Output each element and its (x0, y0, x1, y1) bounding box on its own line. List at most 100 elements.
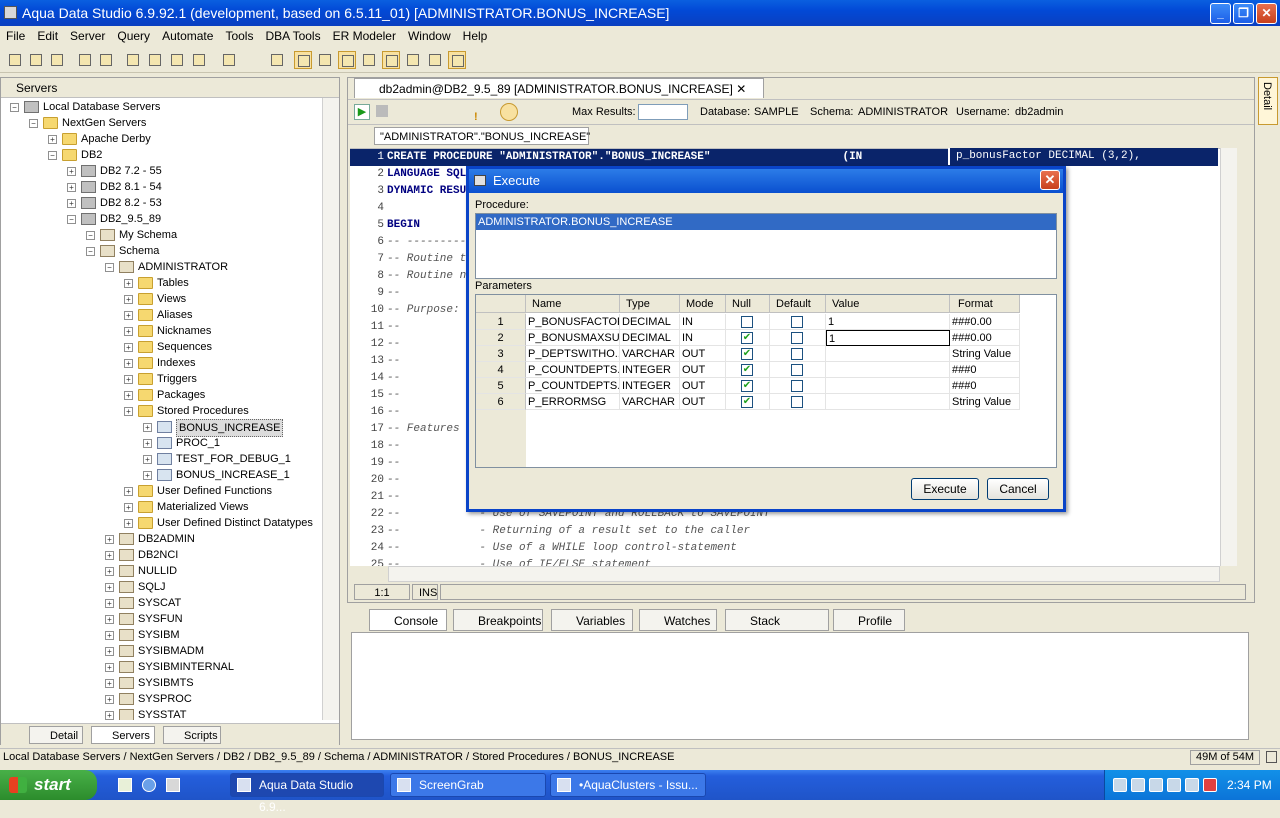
tree-node[interactable]: + SYSPROC (1, 691, 319, 707)
tree-node[interactable]: + DB2 8.2 - 53 (1, 195, 319, 211)
tab-servers[interactable]: Servers (91, 726, 155, 744)
tray-icon-3[interactable] (1149, 778, 1163, 792)
code-vertical-scrollbar[interactable] (1220, 148, 1237, 566)
tree-expander-icon[interactable]: + (105, 551, 114, 560)
tree-expander-icon[interactable]: + (48, 135, 57, 144)
tree-node[interactable]: + SQLJ (1, 579, 319, 595)
tree-node[interactable]: + DB2NCI (1, 547, 319, 563)
tree-node[interactable]: + PROC_1 (1, 435, 319, 451)
trash-icon[interactable] (1266, 751, 1277, 763)
cancel-button[interactable]: Cancel (987, 478, 1049, 500)
tree-node[interactable]: + Nicknames (1, 323, 319, 339)
taskbar-screengrab[interactable]: ScreenGrab (390, 773, 546, 797)
stop-icon[interactable] (376, 105, 388, 117)
procedure-list[interactable]: ADMINISTRATOR.BONUS_INCREASE (475, 213, 1057, 279)
code-horizontal-scrollbar[interactable] (388, 566, 1220, 582)
layout-5-icon[interactable] (382, 51, 400, 69)
parameter-row[interactable]: 6 P_ERRORMSG VARCHAR OUT ✔ String Value (476, 394, 1020, 410)
null-checkbox[interactable]: ✔ (741, 396, 753, 408)
column-header-type[interactable]: Type (620, 295, 680, 313)
close-tab-icon[interactable]: ✕ (736, 82, 746, 96)
tree-expander-icon[interactable]: + (67, 183, 76, 192)
run-icon[interactable]: ▶ (354, 104, 370, 120)
tree-expander-icon[interactable]: + (124, 343, 133, 352)
tree-node[interactable]: + SYSIBMADM (1, 643, 319, 659)
tree-node[interactable]: − Schema (1, 243, 319, 259)
side-detail-tab[interactable]: Detail (1258, 77, 1278, 125)
tree-expander-icon[interactable]: + (105, 583, 114, 592)
column-header-null[interactable]: Null (726, 295, 770, 313)
tree-node[interactable]: + TEST_FOR_DEBUG_1 (1, 451, 319, 467)
menu-window[interactable]: Window (402, 26, 457, 46)
tree-node[interactable]: + BONUS_INCREASE_1 (1, 467, 319, 483)
column-header-name[interactable]: Name (526, 295, 620, 313)
default-checkbox[interactable] (791, 396, 803, 408)
tree-expander-icon[interactable]: + (105, 567, 114, 576)
tree-expander-icon[interactable]: + (143, 471, 152, 480)
quicklaunch-excel-icon[interactable] (118, 778, 132, 792)
quicklaunch-app-icon[interactable] (166, 778, 180, 792)
parameter-row[interactable]: 2 P_BONUSMAXSU... DECIMAL IN ✔ 1 ###0.00 (476, 330, 1020, 346)
tree-expander-icon[interactable]: − (86, 247, 95, 256)
layout-3-icon[interactable] (338, 51, 356, 69)
tree-expander-icon[interactable]: + (124, 503, 133, 512)
null-checkbox[interactable]: ✔ (741, 364, 753, 376)
tree-node[interactable]: + DB2 7.2 - 55 (1, 163, 319, 179)
layout-4-icon[interactable] (360, 51, 378, 69)
tree-node[interactable]: + SYSFUN (1, 611, 319, 627)
null-checkbox[interactable]: ✔ (741, 348, 753, 360)
menu-edit[interactable]: Edit (31, 26, 64, 46)
layout-1-icon[interactable] (294, 51, 312, 69)
tree-node[interactable]: + SYSCAT (1, 595, 319, 611)
menu-automate[interactable]: Automate (156, 26, 219, 46)
tree-node[interactable]: + Aliases (1, 307, 319, 323)
tray-icon-1[interactable] (1113, 778, 1127, 792)
minimize-button[interactable]: _ (1210, 3, 1231, 24)
tray-monitor-icon[interactable] (1185, 778, 1199, 792)
tree-node[interactable]: − Local Database Servers (1, 99, 319, 115)
tab-detail[interactable]: Detail (29, 726, 83, 744)
layout-2-icon[interactable] (316, 51, 334, 69)
procedure-editor-icon[interactable] (168, 51, 186, 69)
server-properties-icon[interactable] (76, 51, 94, 69)
tree-expander-icon[interactable]: − (67, 215, 76, 224)
tray-icon-2[interactable] (1131, 778, 1145, 792)
tree-expander-icon[interactable]: + (124, 519, 133, 528)
layout-8-icon[interactable] (448, 51, 466, 69)
close-button[interactable]: ✕ (1256, 3, 1277, 24)
tree-node[interactable]: + Tables (1, 275, 319, 291)
parameter-row[interactable]: 3 P_DEPTSWITHO... VARCHAR OUT ✔ String Value (476, 346, 1020, 362)
tree-expander-icon[interactable]: + (124, 295, 133, 304)
null-checkbox[interactable] (741, 316, 753, 328)
register-server-icon[interactable] (27, 51, 45, 69)
tree-expander-icon[interactable]: − (48, 151, 57, 160)
tree-expander-icon[interactable]: + (105, 535, 114, 544)
document-tab[interactable]: db2admin@DB2_9.5_89 [ADMINISTRATOR.BONUS… (354, 78, 764, 98)
query-analyzer-icon[interactable] (146, 51, 164, 69)
param-cell-value[interactable]: 1 (826, 330, 950, 346)
column-header-value[interactable]: Value (826, 295, 950, 313)
tree-expander-icon[interactable]: − (86, 231, 95, 240)
menu-dba-tools[interactable]: DBA Tools (259, 26, 326, 46)
tree-expander-icon[interactable]: + (124, 391, 133, 400)
maximize-button[interactable]: ❐ (1233, 3, 1254, 24)
param-cell-value[interactable] (826, 346, 950, 362)
tree-expander-icon[interactable]: + (105, 615, 114, 624)
tree-node[interactable]: + Materialized Views (1, 499, 319, 515)
tree-expander-icon[interactable]: + (143, 439, 152, 448)
tree-node[interactable]: − NextGen Servers (1, 115, 319, 131)
console-output[interactable] (351, 632, 1249, 740)
tab-console[interactable]: Console (369, 609, 447, 631)
quicklaunch-ie-icon[interactable] (142, 778, 156, 792)
breakpoint-icon[interactable]: ! (474, 105, 484, 123)
tree-node[interactable]: + Packages (1, 387, 319, 403)
tree-expander-icon[interactable]: + (67, 199, 76, 208)
tree-node[interactable]: + DB2ADMIN (1, 531, 319, 547)
tree-node[interactable]: + BONUS_INCREASE (1, 419, 319, 437)
compare-icon[interactable] (220, 51, 238, 69)
tree-expander-icon[interactable]: − (105, 263, 114, 272)
debug-icon[interactable] (500, 103, 518, 121)
dialog-close-button[interactable]: ✕ (1040, 170, 1060, 190)
menu-query[interactable]: Query (111, 26, 156, 46)
null-checkbox[interactable]: ✔ (741, 380, 753, 392)
